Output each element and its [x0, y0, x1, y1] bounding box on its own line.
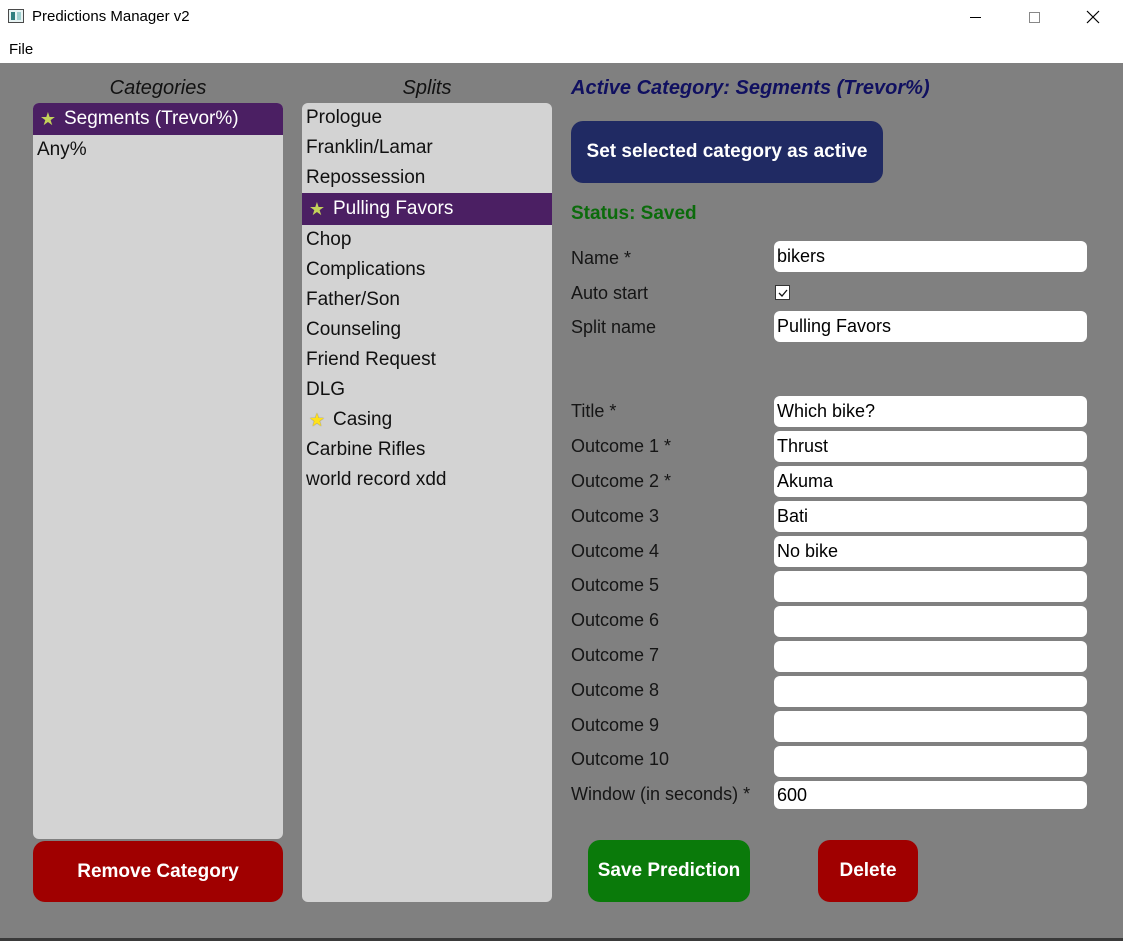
split-item[interactable]: Franklin/Lamar	[302, 133, 552, 163]
checkmark-icon	[778, 289, 787, 297]
minimize-icon	[969, 16, 981, 18]
split-label: DLG	[306, 379, 346, 400]
star-outline-icon: ★	[308, 410, 326, 430]
split-label: Pulling Favors	[333, 198, 454, 219]
auto-start-checkbox[interactable]	[775, 285, 790, 300]
outcome-label: Outcome 6	[571, 610, 660, 630]
outcome-label: Outcome 10	[571, 749, 670, 769]
categories-header: Categories	[109, 77, 207, 99]
active-category-label: Active Category: Segments (Trevor%)	[571, 77, 930, 99]
split-item[interactable]: Chop	[302, 225, 552, 255]
save-prediction-button[interactable]: Save Prediction	[588, 840, 750, 902]
remove-category-button[interactable]: Remove Category	[33, 841, 283, 902]
close-button[interactable]	[1064, 0, 1122, 34]
split-item[interactable]: DLG	[302, 375, 552, 405]
split-item[interactable]: world record xdd	[302, 465, 552, 495]
outcome-label: Outcome 4	[571, 541, 660, 561]
split-item[interactable]: Carbine Rifles	[302, 435, 552, 465]
app-icon	[8, 9, 24, 23]
split-item[interactable]: Prologue	[302, 103, 552, 133]
split-item-selected[interactable]: ★ Pulling Favors	[302, 193, 552, 225]
outcome-field[interactable]	[774, 746, 1087, 777]
outcome-field[interactable]: No bike	[774, 536, 1087, 567]
category-item-any[interactable]: Any%	[33, 135, 283, 165]
title-label: Title *	[571, 401, 617, 421]
name-label: Name *	[571, 248, 632, 268]
splits-header: Splits	[402, 77, 452, 99]
split-label: Friend Request	[306, 349, 436, 370]
outcome-label: Outcome 9	[571, 715, 660, 735]
outcome-field[interactable]: Akuma	[774, 466, 1087, 497]
menu-bar: File	[0, 34, 1123, 63]
splits-list[interactable]: Prologue Franklin/Lamar Repossession ★ P…	[302, 103, 552, 902]
outcome-field[interactable]	[774, 641, 1087, 672]
outcome-field[interactable]: Thrust	[774, 431, 1087, 462]
outcome-field[interactable]: Bati	[774, 501, 1087, 532]
window-title: Predictions Manager v2	[32, 8, 190, 25]
category-item-segments[interactable]: ★ Segments (Trevor%)	[33, 103, 283, 135]
split-label: Father/Son	[306, 289, 400, 310]
star-filled-icon: ★	[308, 199, 326, 219]
outcome-field[interactable]	[774, 676, 1087, 707]
outcome-label: Outcome 3	[571, 506, 660, 526]
status-label: Status: Saved	[571, 203, 697, 224]
maximize-icon	[1028, 11, 1040, 23]
name-field[interactable]: bikers	[774, 241, 1087, 272]
split-item[interactable]: Friend Request	[302, 345, 552, 375]
split-label: Repossession	[306, 167, 426, 188]
split-label: Casing	[333, 409, 393, 430]
set-active-category-button[interactable]: Set selected category as active	[571, 121, 883, 183]
split-item[interactable]: Repossession	[302, 163, 552, 193]
menu-file[interactable]: File	[9, 41, 33, 58]
star-filled-icon: ★	[39, 109, 57, 129]
outcome-field[interactable]	[774, 571, 1087, 602]
outcome-field[interactable]	[774, 606, 1087, 637]
split-label: Complications	[306, 259, 426, 280]
split-item[interactable]: Complications	[302, 255, 552, 285]
minimize-button[interactable]	[946, 0, 1004, 34]
outcome-label: Outcome 2 *	[571, 471, 672, 491]
delete-button[interactable]: Delete	[818, 840, 918, 902]
window-seconds-field[interactable]: 600	[774, 781, 1087, 809]
close-icon	[1086, 10, 1100, 24]
outcome-label: Outcome 1 *	[571, 436, 672, 456]
outcome-label: Outcome 8	[571, 680, 660, 700]
split-label: Carbine Rifles	[306, 439, 426, 460]
title-field[interactable]: Which bike?	[774, 396, 1087, 427]
outcome-label: Outcome 5	[571, 575, 660, 595]
split-label: Chop	[306, 229, 352, 250]
outcome-field[interactable]	[774, 711, 1087, 742]
maximize-button[interactable]	[1005, 0, 1063, 34]
split-label: Franklin/Lamar	[306, 137, 433, 158]
split-item[interactable]: ★ Casing	[302, 405, 552, 435]
category-label: Any%	[37, 139, 87, 160]
title-bar: Predictions Manager v2	[0, 0, 1123, 34]
category-label: Segments (Trevor%)	[64, 108, 239, 129]
window-seconds-label: Window (in seconds) *	[571, 784, 751, 804]
categories-list[interactable]: ★ Segments (Trevor%) Any%	[33, 103, 283, 839]
split-name-label: Split name	[571, 317, 657, 337]
split-label: Prologue	[306, 107, 383, 128]
outcome-label: Outcome 7	[571, 645, 660, 665]
split-label: world record xdd	[306, 469, 447, 490]
split-item[interactable]: Counseling	[302, 315, 552, 345]
split-label: Counseling	[306, 319, 402, 340]
split-name-field[interactable]: Pulling Favors	[774, 311, 1087, 342]
split-item[interactable]: Father/Son	[302, 285, 552, 315]
auto-start-label: Auto start	[571, 283, 649, 303]
